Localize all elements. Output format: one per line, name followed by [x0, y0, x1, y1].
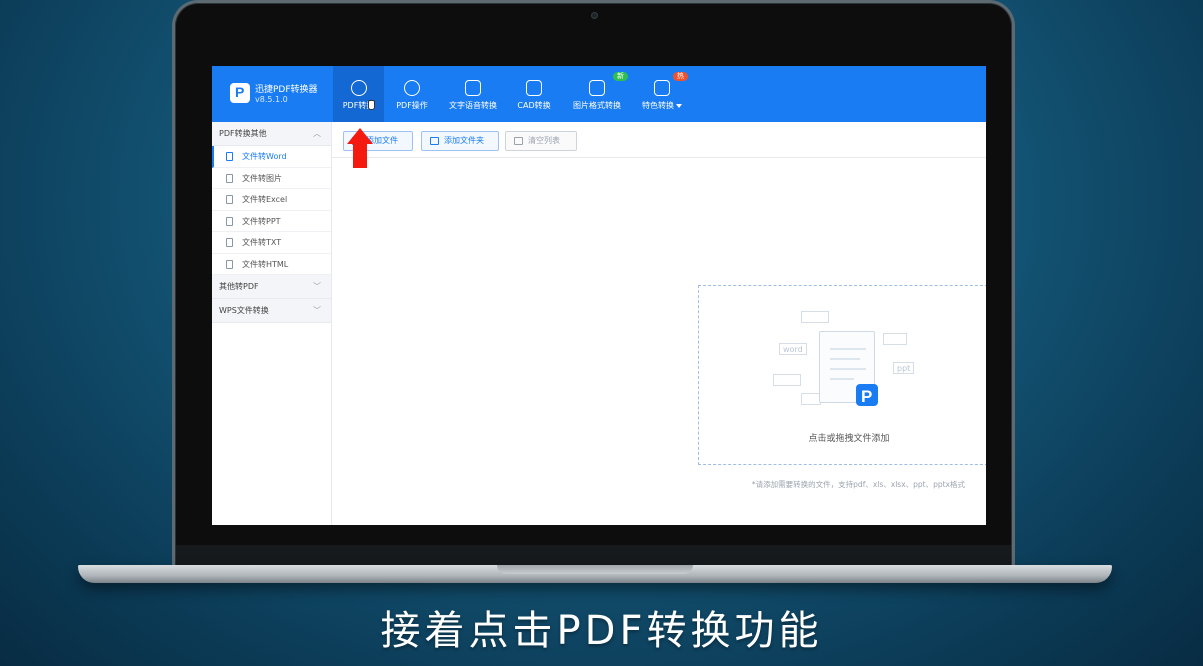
sidebar-item-to-excel[interactable]: 文件转Excel: [212, 189, 331, 211]
app-version: v8.5.1.0: [255, 95, 288, 104]
file-tag-placeholder: [773, 374, 801, 386]
sidebar-item-label: 文件转TXT: [242, 238, 282, 247]
image-file-icon: [226, 173, 233, 183]
app-logo: [230, 83, 250, 103]
special-icon: [654, 80, 670, 96]
pdf-operate-icon: [404, 80, 420, 96]
drop-zone-text: 点击或拖拽文件添加: [808, 434, 890, 444]
chevron-down-icon: ﹀: [313, 306, 321, 315]
paper-line: [830, 378, 854, 380]
button-label: 清空列表: [528, 136, 560, 145]
document-icon: [226, 152, 233, 161]
sidebar: PDF转换其他 ︿ 文件转Word 文件转图片 文件转Excel 文件转PPT …: [212, 122, 332, 525]
clear-list-button[interactable]: 清空列表: [505, 131, 577, 151]
nav-label: 图片格式转换: [573, 101, 621, 110]
sidebar-group-pdf-to-other[interactable]: PDF转换其他 ︿: [212, 122, 331, 146]
sidebar-item-label: 文件转Excel: [242, 195, 288, 204]
folder-icon: [430, 137, 439, 145]
app-window: 迅捷PDF转换器 v8.5.1.0 PDF转换 PDF操作 文字语音转换 CAD…: [212, 66, 986, 525]
document-icon: [226, 216, 233, 226]
laptop-chin: [176, 545, 1011, 567]
file-tag-placeholder: [883, 333, 907, 345]
nav-pdf-convert[interactable]: PDF转换: [333, 66, 384, 122]
sidebar-group-wps-convert[interactable]: WPS文件转换 ﹀: [212, 299, 331, 323]
nav-voice-convert[interactable]: 文字语音转换: [444, 66, 502, 122]
paper-line: [830, 348, 866, 350]
sidebar-item-to-word[interactable]: 文件转Word: [212, 146, 331, 168]
camera: [591, 12, 598, 19]
mouse-cursor-icon: [368, 100, 375, 110]
button-label: 添加文件夹: [444, 136, 484, 145]
chevron-down-icon: ﹀: [313, 282, 321, 291]
nav-cad-convert[interactable]: CAD转换: [512, 66, 556, 122]
sidebar-item-label: 文件转PPT: [242, 216, 281, 226]
nav-label: 文字语音转换: [449, 101, 497, 110]
voice-wave-icon: [465, 80, 481, 96]
sidebar-item-to-image[interactable]: 文件转图片: [212, 168, 331, 189]
nav-label: PDF转换: [342, 101, 375, 110]
nav-label: CAD转换: [517, 101, 551, 110]
red-arrow-shaft: [353, 143, 367, 168]
pdf-logo-icon: P: [856, 384, 878, 406]
sidebar-item-to-ppt[interactable]: 文件转PPT: [212, 211, 331, 232]
paper-line: [830, 368, 866, 370]
sidebar-item-to-txt[interactable]: 文件转TXT: [212, 232, 331, 254]
nav-label: 特色转换: [637, 100, 687, 111]
red-arrow-icon: [347, 128, 373, 144]
paper-line: [830, 358, 860, 360]
nav-pdf-operate[interactable]: PDF操作: [388, 66, 436, 122]
app-name: 迅捷PDF转换器: [255, 85, 318, 95]
image-icon: [589, 80, 605, 96]
hot-badge: 热: [673, 72, 688, 81]
supported-formats-note: *请添加需要转换的文件，支持pdf、xls、xlsx、ppt、pptx格式: [751, 480, 965, 489]
group-label: WPS文件转换: [219, 306, 269, 315]
toolbar: 添加文件 添加文件夹 清空列表: [332, 122, 986, 158]
pdf-convert-icon: [350, 80, 367, 96]
add-folder-button[interactable]: 添加文件夹: [421, 131, 499, 151]
new-badge: 新: [613, 72, 628, 81]
nav-label: PDF操作: [396, 101, 428, 110]
video-caption: 接着点击PDF转换功能: [380, 608, 823, 654]
sidebar-group-other-to-pdf[interactable]: 其他转PDF ﹀: [212, 275, 331, 299]
sidebar-item-label: 文件转图片: [242, 173, 282, 183]
file-tag-placeholder: [801, 311, 829, 323]
document-icon: [226, 238, 233, 247]
file-drop-zone[interactable]: word ppt P 点击或拖拽文件添加: [698, 285, 986, 465]
file-tag-ppt: ppt: [893, 362, 915, 374]
sidebar-item-label: 文件转Word: [242, 152, 287, 161]
document-icon: [226, 259, 233, 269]
trash-icon: [514, 137, 523, 145]
group-label: 其他转PDF: [219, 282, 259, 291]
document-icon: [226, 195, 233, 204]
file-tag-word: word: [779, 343, 807, 355]
laptop-base-notch: [497, 565, 693, 574]
file-tag-placeholder: [801, 393, 821, 405]
chevron-up-icon: ︿: [313, 129, 321, 138]
group-label: PDF转换其他: [219, 129, 267, 138]
sidebar-item-to-html[interactable]: 文件转HTML: [212, 254, 331, 275]
caret-down-icon: [676, 103, 682, 108]
svg-text:P: P: [861, 387, 872, 406]
top-nav-bar: 迅捷PDF转换器 v8.5.1.0 PDF转换 PDF操作 文字语音转换 CAD…: [212, 66, 986, 122]
cad-icon: [526, 80, 542, 96]
nav-label-text: 特色转换: [642, 101, 674, 110]
sidebar-item-label: 文件转HTML: [242, 259, 289, 269]
